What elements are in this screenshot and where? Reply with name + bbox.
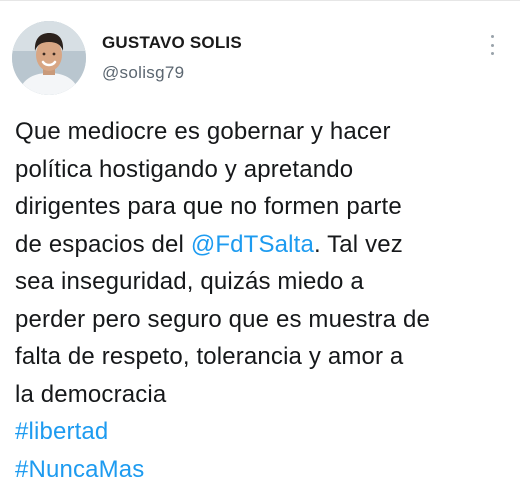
hashtag-link[interactable]: #libertad (15, 413, 513, 451)
tweet-line: la democracia (15, 380, 167, 408)
author-name[interactable]: GUSTAVO SOLIS (102, 33, 242, 53)
tweet-line-with-mention: de espacios del @FdTSalta. Tal vez (15, 226, 513, 264)
avatar[interactable] (12, 21, 86, 95)
hashtag-link[interactable]: #NuncaMas (15, 451, 513, 489)
avatar-photo (12, 21, 86, 95)
author-handle[interactable]: @solisg79 (102, 63, 184, 83)
tweet-card: GUSTAVO SOLIS @solisg79 Que mediocre es … (0, 0, 520, 492)
tweet-line: Que mediocre es gobernar y hacer (15, 118, 391, 145)
tweet-line: sea inseguridad, quizás miedo a (15, 268, 364, 295)
tweet-line: dirigentes para que no formen parte (15, 193, 402, 220)
tweet-text: Que mediocre es gobernar y hacer polític… (15, 113, 513, 488)
more-vertical-icon (490, 35, 494, 38)
more-options-button[interactable] (484, 31, 500, 59)
tweet-line: política hostigando y apretando (15, 155, 354, 183)
mention-link[interactable]: @FdTSalta (191, 231, 314, 258)
tweet-line: perder pero seguro que es muestra de (15, 305, 430, 333)
tweet-text-segment: . Tal vez (313, 230, 403, 258)
tweet-text-segment: de espacios del (15, 230, 191, 258)
tweet-line: falta de respeto, tolerancia y amor a (15, 343, 404, 370)
